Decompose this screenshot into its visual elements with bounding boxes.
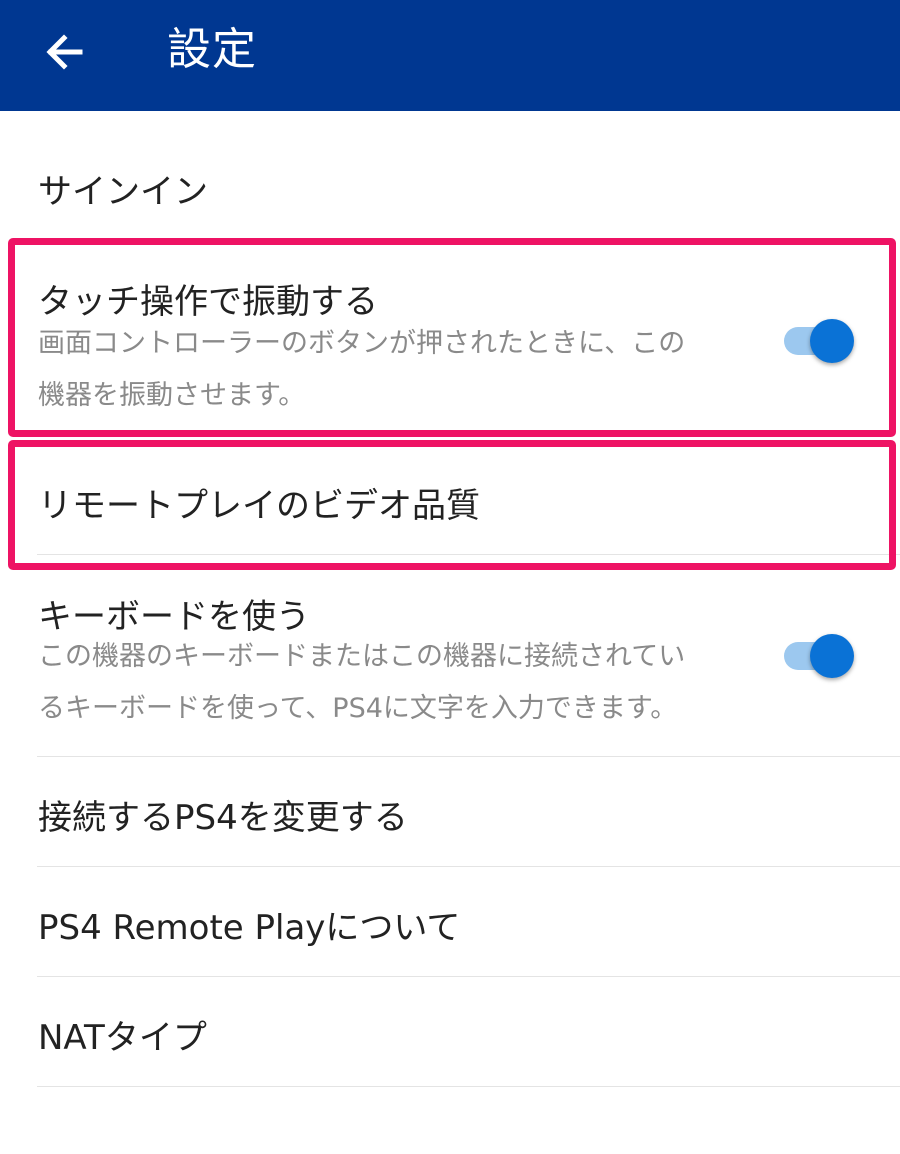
setting-about[interactable]: PS4 Remote Playについて bbox=[0, 868, 900, 978]
setting-change-ps4[interactable]: 接続するPS4を変更する bbox=[0, 758, 900, 868]
divider bbox=[37, 976, 900, 977]
video-quality-label: リモートプレイのビデオ品質 bbox=[38, 486, 480, 526]
about-label: PS4 Remote Playについて bbox=[38, 908, 461, 948]
divider bbox=[37, 756, 900, 757]
keyboard-toggle-knob bbox=[810, 634, 854, 678]
page-title: 設定 bbox=[167, 24, 257, 75]
vibration-toggle[interactable] bbox=[784, 317, 860, 365]
nat-type-label: NATタイプ bbox=[38, 1018, 207, 1058]
keyboard-description-line1: この機器のキーボードまたはこの機器に接続されてい bbox=[38, 641, 686, 672]
change-ps4-label: 接続するPS4を変更する bbox=[38, 798, 408, 838]
vibration-toggle-knob bbox=[810, 319, 854, 363]
sign-in-label: サインイン bbox=[38, 172, 208, 212]
divider bbox=[37, 866, 900, 867]
divider bbox=[37, 1086, 900, 1087]
divider bbox=[37, 554, 900, 555]
vibration-label: タッチ操作で振動する bbox=[38, 282, 378, 322]
setting-sign-in[interactable]: サインイン bbox=[0, 120, 900, 240]
setting-video-quality[interactable]: リモートプレイのビデオ品質 bbox=[0, 444, 900, 556]
vibration-description-line2: 機器を振動させます。 bbox=[38, 380, 306, 411]
setting-keyboard[interactable]: キーボードを使う この機器のキーボードまたはこの機器に接続されてい るキーボード… bbox=[0, 557, 900, 757]
keyboard-description: この機器のキーボードまたはこの機器に接続されてい るキーボードを使って、PS4に… bbox=[38, 631, 718, 735]
setting-vibration[interactable]: タッチ操作で振動する 画面コントローラーのボタンが押されたときに、この 機器を振… bbox=[0, 240, 900, 435]
back-button[interactable] bbox=[36, 24, 92, 80]
vibration-description: 画面コントローラーのボタンが押されたときに、この 機器を振動させます。 bbox=[38, 318, 718, 422]
arrow-left-icon bbox=[46, 34, 83, 70]
vibration-description-line1: 画面コントローラーのボタンが押されたときに、この bbox=[38, 328, 686, 359]
keyboard-toggle[interactable] bbox=[784, 632, 860, 680]
keyboard-description-line2: るキーボードを使って、PS4に文字を入力できます。 bbox=[38, 693, 678, 724]
setting-nat-type[interactable]: NATタイプ bbox=[0, 978, 900, 1088]
app-bar: 設定 bbox=[0, 0, 900, 111]
